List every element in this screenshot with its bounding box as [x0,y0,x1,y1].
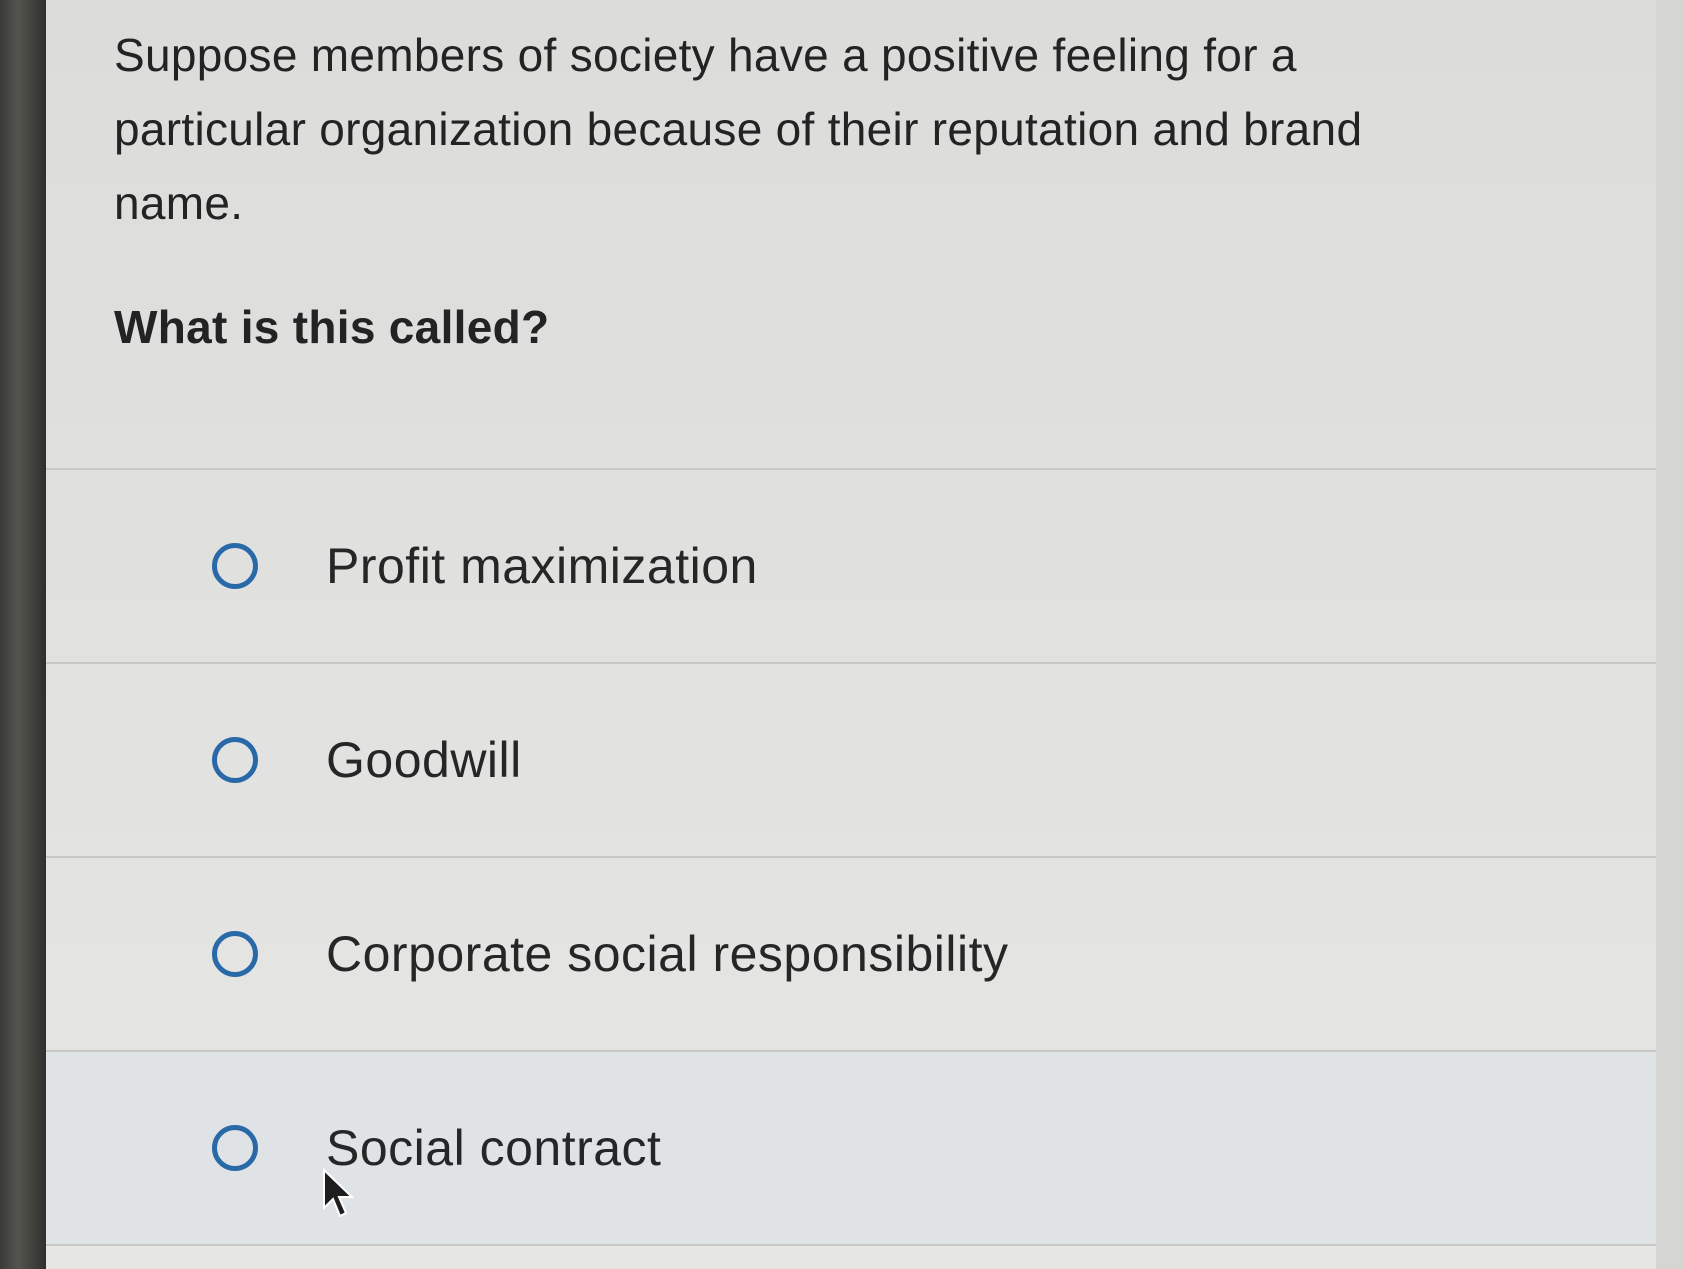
option-social-contract[interactable]: Social contract [46,1050,1656,1246]
question-line-2: particular organization because of their… [114,103,1363,155]
option-label: Goodwill [326,732,522,788]
radio-button-icon[interactable] [212,1125,258,1171]
question-prompt: What is this called? [114,301,550,353]
option-profit-maximization[interactable]: Profit maximization [46,468,1656,662]
option-label: Profit maximization [326,538,758,594]
question-line-3: name. [114,177,244,229]
option-corporate-social-responsibility[interactable]: Corporate social responsibility [46,856,1656,1050]
option-label: Corporate social responsibility [326,926,1009,982]
monitor-bezel [0,0,46,1269]
radio-button-icon[interactable] [212,543,258,589]
question-text: Suppose members of society have a positi… [114,18,1514,240]
answer-options: Profit maximization Goodwill Corporate s… [46,468,1656,1246]
screen-edge [1656,0,1683,1269]
option-label: Social contract [326,1120,662,1176]
mouse-pointer-icon [323,1168,355,1218]
radio-button-icon[interactable] [212,931,258,977]
radio-button-icon[interactable] [212,737,258,783]
question-line-1: Suppose members of society have a positi… [114,29,1297,81]
quiz-screen: Suppose members of society have a positi… [46,0,1658,1269]
option-goodwill[interactable]: Goodwill [46,662,1656,856]
